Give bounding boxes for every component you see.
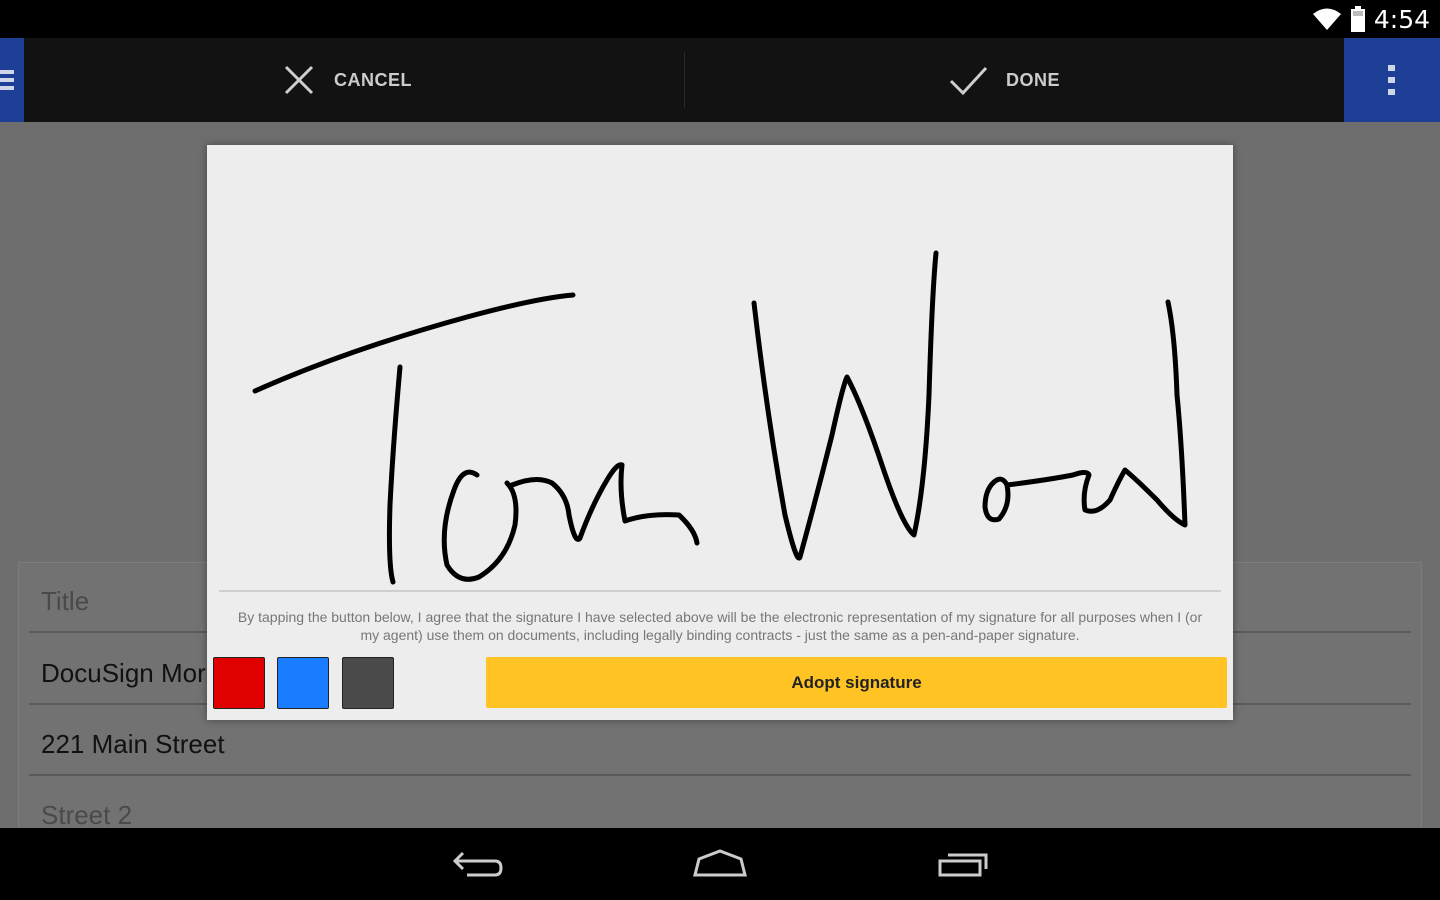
street-field[interactable]: 221 Main Street: [29, 714, 1411, 776]
cancel-button[interactable]: CANCEL: [282, 38, 412, 122]
system-nav-bar: [0, 828, 1440, 900]
signature-dialog: By tapping the button below, I agree tha…: [207, 145, 1233, 720]
recents-icon: [938, 853, 988, 877]
signature-baseline: [219, 590, 1221, 592]
clock: 4:54: [1373, 4, 1430, 34]
back-icon: [452, 851, 503, 877]
street2-placeholder: Street 2: [41, 799, 133, 829]
cancel-label: CANCEL: [334, 69, 412, 90]
status-icons: 4:54: [1312, 4, 1430, 34]
red-color-swatch[interactable]: [213, 657, 265, 709]
company-value: DocuSign Mor: [41, 657, 206, 688]
signature-pad[interactable]: [207, 145, 1233, 591]
back-button[interactable]: [437, 842, 517, 886]
battery-icon: [1350, 6, 1365, 32]
more-vert-icon: [1388, 65, 1395, 95]
home-button[interactable]: [680, 842, 760, 886]
gray-color-swatch[interactable]: [342, 657, 394, 709]
menu-icon: [0, 70, 14, 90]
blue-color-swatch[interactable]: [277, 657, 329, 709]
action-divider: [684, 52, 685, 108]
status-bar: 4:54: [0, 0, 1440, 38]
wifi-icon: [1312, 8, 1341, 30]
overflow-menu-button[interactable]: [1344, 38, 1440, 122]
title-placeholder: Title: [41, 585, 90, 616]
recents-button[interactable]: [924, 842, 1004, 886]
close-icon: [284, 65, 314, 95]
street-value: 221 Main Street: [41, 728, 225, 759]
done-label: DONE: [1006, 69, 1061, 90]
signature-drawing: [252, 250, 1188, 585]
home-icon: [693, 849, 747, 877]
drawer-handle[interactable]: [0, 38, 24, 122]
legal-disclaimer: By tapping the button below, I agree tha…: [237, 609, 1203, 643]
done-button[interactable]: DONE: [948, 38, 1060, 122]
check-icon: [949, 66, 988, 96]
action-bar: CANCEL DONE: [0, 38, 1440, 122]
street2-field[interactable]: Street 2: [29, 785, 1411, 829]
adopt-signature-button[interactable]: Adopt signature: [486, 657, 1227, 708]
